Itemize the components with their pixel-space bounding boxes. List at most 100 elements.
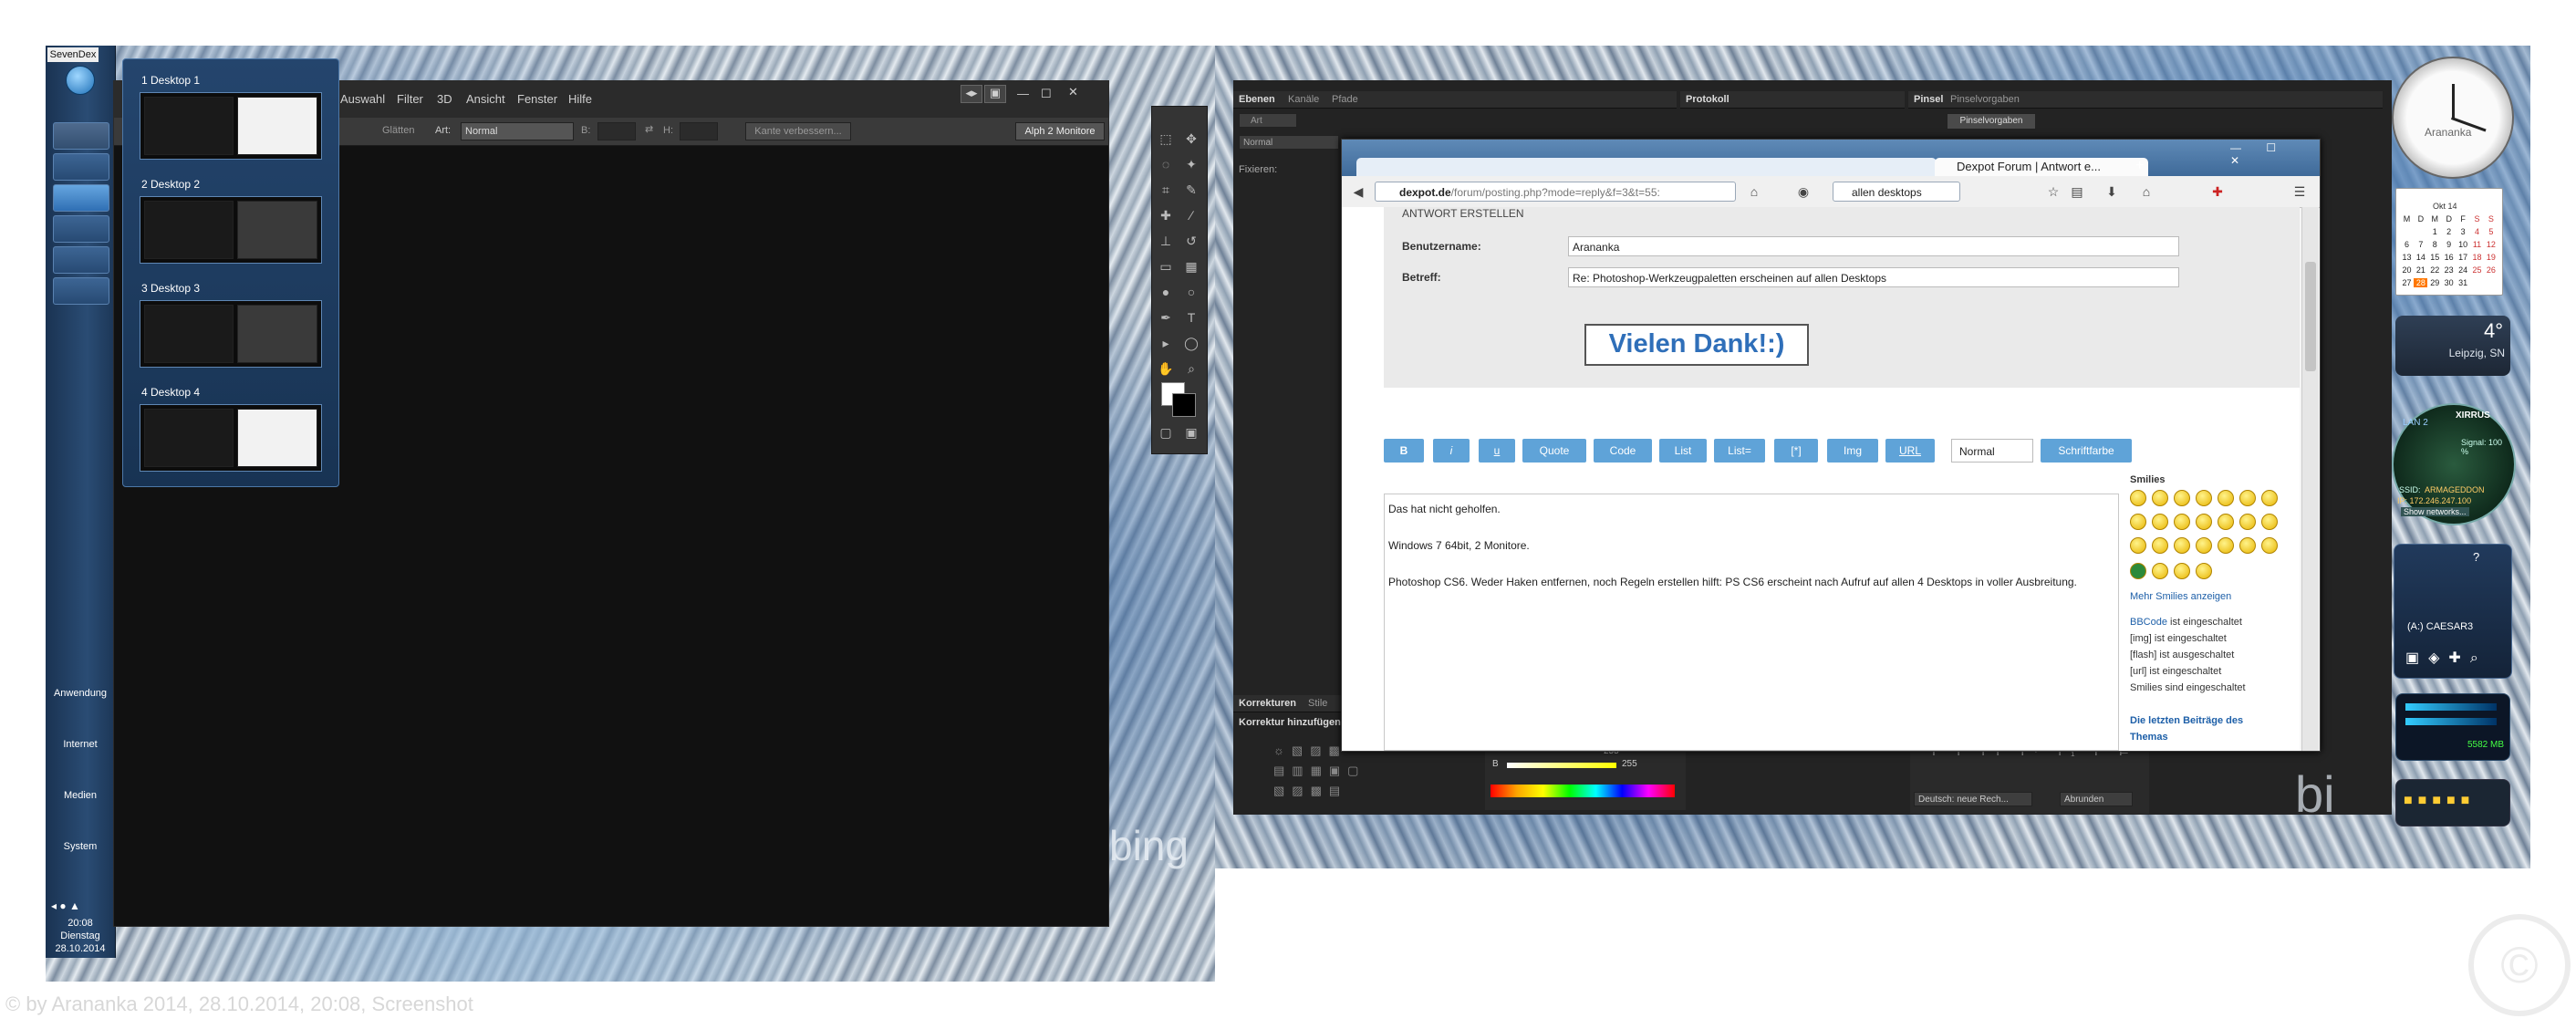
calendar-day[interactable]: 10	[2457, 240, 2470, 249]
taskbar-app-media-icon[interactable]	[53, 246, 109, 274]
desktop-2-label[interactable]: 2 Desktop 2	[141, 178, 200, 191]
smiley-icon[interactable]	[2152, 514, 2168, 530]
smiley-icon[interactable]	[2196, 563, 2212, 579]
taskbar-group-medien[interactable]: Medien	[51, 790, 109, 801]
menu-ansicht[interactable]: Ansicht	[466, 92, 505, 106]
menu-auswahl[interactable]: Auswahl	[340, 92, 385, 106]
brush-presets-button[interactable]: Pinselvorgaben	[1947, 113, 2036, 130]
smiley-icon[interactable]	[2218, 514, 2234, 530]
calendar-day[interactable]: 9	[2442, 240, 2456, 249]
height-input[interactable]	[680, 122, 718, 140]
workspace-select[interactable]: Alph 2 Monitore	[1015, 122, 1105, 140]
calendar-day[interactable]: 15	[2428, 253, 2442, 262]
calendar-day[interactable]: 30	[2442, 278, 2456, 287]
desktop-4-label[interactable]: 4 Desktop 4	[141, 386, 200, 399]
tab-pfade[interactable]: Pfade	[1332, 94, 1358, 105]
smiley-icon[interactable]	[2218, 490, 2234, 506]
calendar-day[interactable]: 18	[2470, 253, 2484, 262]
wand-tool-icon[interactable]: ✦	[1181, 154, 1201, 174]
tab-1[interactable]	[1356, 158, 1561, 176]
calendar-day[interactable]: 24	[2457, 265, 2470, 275]
taskbar-app-firefox-icon[interactable]	[53, 153, 109, 181]
smiley-icon[interactable]	[2261, 514, 2278, 530]
bbcode-bold-button[interactable]: B	[1384, 439, 1424, 463]
zoom-tool-icon[interactable]: ⌕	[1181, 359, 1201, 379]
smiley-icon[interactable]	[2130, 563, 2146, 579]
desktop-4-thumbnail[interactable]	[140, 404, 322, 472]
smiley-icon[interactable]	[2239, 514, 2256, 530]
type-tool-icon[interactable]: T	[1181, 307, 1201, 327]
smiley-icon[interactable]	[2196, 490, 2212, 506]
antialias-checkbox-label[interactable]: Glätten	[382, 125, 414, 136]
tab-pinselvorgaben[interactable]: Pinselvorgaben	[1950, 94, 2020, 105]
smiley-icon[interactable]	[2196, 514, 2212, 530]
lasso-tool-icon[interactable]: ◌	[1156, 154, 1176, 174]
bbcode-listitem-button[interactable]: [*]	[1774, 439, 1818, 463]
crop-tool-icon[interactable]: ⌗	[1156, 180, 1176, 200]
desktop-1-thumbnail[interactable]	[140, 92, 322, 160]
smiley-icon[interactable]	[2218, 537, 2234, 554]
quickmask-icon[interactable]: ▢	[1156, 422, 1176, 442]
bbcode-list-ordered-button[interactable]: List=	[1714, 439, 1765, 463]
smilies-grid[interactable]	[2130, 490, 2278, 585]
path-select-icon[interactable]: ▸	[1156, 333, 1176, 353]
swap-icon[interactable]: ⇄	[645, 123, 653, 135]
eyedropper-tool-icon[interactable]: ✎	[1181, 180, 1201, 200]
bookmark-menu-icon[interactable]: ◉	[1794, 183, 1813, 200]
bbcode-quote-button[interactable]: Quote	[1522, 439, 1586, 463]
dodge-tool-icon[interactable]: ○	[1181, 282, 1201, 302]
blend-mode-select[interactable]: Normal	[1239, 135, 1339, 150]
window-controls[interactable]: — ☐ ✕	[2230, 141, 2320, 167]
scrollbar[interactable]	[2301, 207, 2319, 751]
calendar-day[interactable]: 19	[2484, 253, 2498, 262]
calendar-day[interactable]: 31	[2457, 278, 2470, 287]
slider-b[interactable]	[1507, 763, 1616, 768]
calendar-day[interactable]: 1	[2428, 227, 2442, 236]
minimize-icon[interactable]: —	[1017, 87, 1029, 100]
tab-3[interactable]	[1732, 158, 1937, 176]
move-tool-icon[interactable]: ✥	[1181, 129, 1201, 149]
smiley-icon[interactable]	[2239, 490, 2256, 506]
smiley-icon[interactable]	[2174, 514, 2190, 530]
new-tab-icon[interactable]: +	[2135, 158, 2144, 174]
tray-icons[interactable]: ◂ ● ▲	[51, 899, 109, 914]
width-input[interactable]	[597, 122, 636, 140]
shape-tool-icon[interactable]: ◯	[1181, 333, 1201, 353]
calendar-day[interactable]: 14	[2414, 253, 2427, 262]
marquee-tool-icon[interactable]: ⬚	[1156, 129, 1176, 149]
calendar-day[interactable]: 13	[2400, 253, 2414, 262]
dexpot-help-icon[interactable]: ?	[2473, 550, 2479, 564]
tab-korrekturen[interactable]: Korrekturen	[1239, 698, 1296, 709]
subject-field[interactable]: Re: Photoshop-Werkzeugpaletten erscheine…	[1568, 267, 2179, 287]
smiley-icon[interactable]	[2130, 537, 2146, 554]
smiley-icon[interactable]	[2152, 537, 2168, 554]
bookmarks-icon[interactable]: ▤	[2068, 183, 2086, 200]
calendar-day[interactable]: 3	[2457, 227, 2470, 236]
color-spectrum[interactable]	[1491, 785, 1675, 797]
screen-mode-icon[interactable]: ▣	[1181, 422, 1201, 442]
smiley-icon[interactable]	[2261, 537, 2278, 554]
brush-tool-icon[interactable]: ∕	[1181, 205, 1201, 225]
calendar-day[interactable]: 27	[2400, 278, 2414, 287]
blur-tool-icon[interactable]: ●	[1156, 282, 1176, 302]
menu-filter[interactable]: Filter	[397, 92, 423, 106]
smiley-icon[interactable]	[2174, 563, 2190, 579]
calendar-day[interactable]: 28	[2414, 278, 2428, 287]
calendar-day[interactable]: 29	[2428, 278, 2442, 287]
wifi-networks-button[interactable]: Show networks...	[2401, 507, 2469, 516]
antialias-select[interactable]: Abrunden	[2060, 792, 2133, 806]
calendar-day[interactable]: 17	[2457, 253, 2470, 262]
tab-kanaele[interactable]: Kanäle	[1288, 94, 1319, 105]
taskbar-app-misc-icon[interactable]	[53, 277, 109, 305]
desktop-3-thumbnail[interactable]	[140, 300, 322, 368]
calendar-day[interactable]: 25	[2470, 265, 2484, 275]
taskbar-app-explorer-icon[interactable]	[53, 122, 109, 150]
hand-tool-icon[interactable]: ✋	[1156, 359, 1176, 379]
background-color-swatch[interactable]	[1172, 393, 1196, 417]
window-screen-icon[interactable]: ▣	[984, 85, 1006, 103]
pen-tool-icon[interactable]: ✒	[1156, 307, 1176, 327]
smiley-icon[interactable]	[2130, 490, 2146, 506]
taskbar-app-photoshop-icon[interactable]	[53, 215, 109, 243]
menu-hilfe[interactable]: Hilfe	[568, 92, 592, 106]
smiley-icon[interactable]	[2152, 490, 2168, 506]
